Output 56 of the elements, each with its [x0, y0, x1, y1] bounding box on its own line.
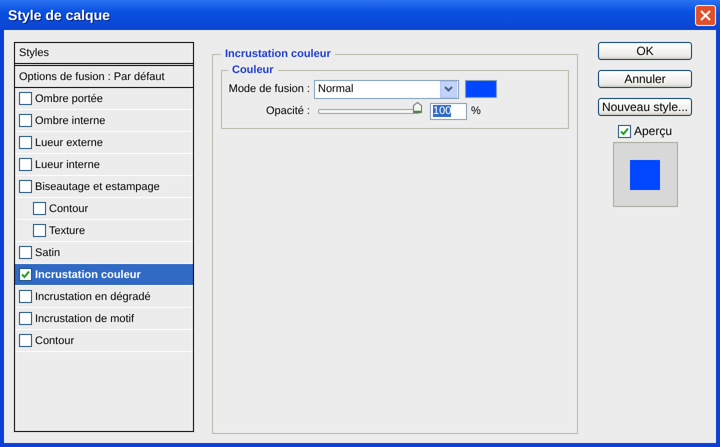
style-list-item[interactable]: Incrustation en dégradé: [15, 286, 193, 308]
checkbox[interactable]: [19, 334, 32, 347]
style-label: Lueur externe: [35, 136, 103, 148]
checkbox[interactable]: [618, 124, 631, 138]
style-list-item[interactable]: Ombre portée: [15, 88, 193, 110]
style-list-item[interactable]: Options de fusion : Par défaut: [15, 66, 193, 88]
blend-mode-dropdown[interactable]: Normal: [314, 80, 459, 98]
checkbox[interactable]: [33, 224, 46, 237]
dialog-button[interactable]: Annuler: [598, 70, 692, 88]
opacity-field[interactable]: 100: [430, 102, 467, 120]
style-label: Biseautage et estampage: [35, 180, 160, 192]
color-swatch[interactable]: [465, 80, 497, 98]
group-title: Couleur: [231, 64, 275, 76]
style-list-item[interactable]: Lueur externe: [15, 132, 193, 154]
close-icon[interactable]: [695, 4, 716, 26]
style-list-item[interactable]: Biseautage et estampage: [15, 176, 193, 198]
style-label: Incrustation de motif: [35, 312, 134, 324]
style-label: Contour: [35, 334, 74, 346]
checkbox[interactable]: [19, 290, 32, 303]
dialog-button[interactable]: Nouveau style...: [598, 98, 692, 116]
style-list-item[interactable]: Lueur interne: [15, 154, 193, 176]
dialog-button[interactable]: OK: [598, 42, 692, 60]
checkbox[interactable]: [33, 202, 46, 215]
style-label: Satin: [35, 246, 60, 258]
slider-thumb[interactable]: [413, 102, 422, 112]
style-label: Ombre portée: [35, 92, 103, 104]
chevron-icon[interactable]: [440, 80, 457, 98]
checkbox[interactable]: [19, 312, 32, 325]
checkbox[interactable]: [19, 246, 32, 259]
checkbox[interactable]: [19, 92, 32, 105]
preview-label: Aperçu: [634, 124, 672, 138]
checkbox[interactable]: [19, 114, 32, 127]
checkbox[interactable]: [19, 180, 32, 193]
field-label: Opacité :: [264, 105, 310, 117]
list-header: Styles: [19, 47, 49, 59]
style-label: Contour: [49, 202, 88, 214]
color-square: [630, 160, 660, 190]
style-list-item[interactable]: Incrustation couleur: [15, 264, 193, 286]
style-label: Texture: [49, 224, 86, 236]
checkbox[interactable]: [19, 158, 32, 171]
style-list-item[interactable]: Texture: [15, 220, 193, 242]
style-list-item[interactable]: Contour: [15, 330, 193, 352]
style-label: Incrustation en dégradé: [35, 290, 151, 302]
field-label: Mode de fusion :: [228, 83, 310, 95]
checkbox[interactable]: [19, 268, 32, 281]
style-label: Lueur interne: [35, 158, 100, 170]
window-title: Style de calque: [8, 7, 110, 23]
group-title: Incrustation couleur: [224, 48, 332, 60]
style-label: Options de fusion : Par défaut: [19, 70, 165, 82]
style-label: Incrustation couleur: [35, 268, 141, 280]
style-list-item[interactable]: Contour: [15, 198, 193, 220]
style-label: Ombre interne: [35, 114, 106, 126]
unit-label: %: [471, 105, 481, 117]
style-list-item[interactable]: Ombre interne: [15, 110, 193, 132]
checkbox[interactable]: [19, 136, 32, 149]
style-list-item[interactable]: Incrustation de motif: [15, 308, 193, 330]
